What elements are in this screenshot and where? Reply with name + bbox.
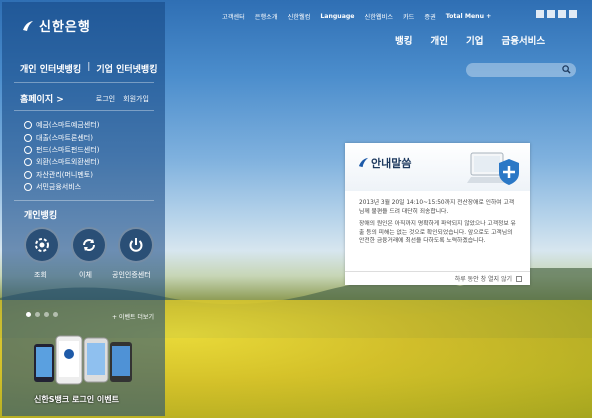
signup-link[interactable]: 회원가입	[123, 94, 149, 104]
forex-icon	[24, 158, 32, 167]
notice-footer: 하루 동안 창 열지 않기	[345, 271, 530, 285]
menu-item-label: 대출(스마트론센터)	[36, 133, 93, 142]
certificate-center-button[interactable]	[118, 227, 154, 263]
menu-item-label: 자산관리(머니멘토)	[36, 170, 93, 179]
carousel-dot[interactable]	[35, 312, 40, 317]
notice-header: 안내말씀	[345, 143, 530, 191]
divider	[14, 110, 154, 111]
power-icon	[129, 238, 143, 252]
search-input[interactable]	[466, 63, 576, 77]
brand-name: 신한은행	[39, 20, 91, 35]
main-navigation: 뱅킹 개인 기업 금융서비스	[395, 33, 545, 47]
menu-item-label: 외환(스마트외환센터)	[36, 158, 100, 167]
promo-phones-image[interactable]	[32, 332, 142, 387]
menu-item-asset[interactable]: 자산관리(머니멘토)	[24, 169, 99, 181]
top-link-about[interactable]: 은행소개	[255, 12, 278, 21]
notice-paragraph: 장애의 원인은 아직까지 명확하게 파악되지 않았으나 고객정보 유출 등의 피…	[359, 221, 516, 244]
divider	[14, 82, 154, 83]
top-link-webservice[interactable]: 신한웹비스	[365, 12, 393, 21]
divider	[14, 200, 154, 201]
service-menu: 예금(스마트예금센터) 대출(스마트론센터) 펀드(스마트펀드센터) 외환(스마…	[24, 119, 99, 193]
brand-logo[interactable]: 신한은행	[22, 16, 91, 35]
fund-icon	[24, 145, 32, 154]
transfer-label: 이체	[79, 271, 92, 279]
carousel-dot[interactable]	[26, 312, 31, 317]
deposit-icon	[24, 121, 32, 130]
menu-item-label: 예금(스마트예금센터)	[36, 121, 100, 130]
personal-banking-title: 개인뱅킹	[24, 211, 58, 221]
personal-banking-actions	[24, 227, 154, 267]
certificate-center-label: 공인인증센터	[112, 271, 151, 279]
nav-corporate[interactable]: 기업	[466, 33, 483, 47]
carousel-dot[interactable]	[44, 312, 49, 317]
nav-personal[interactable]: 개인	[430, 33, 447, 47]
search-icon[interactable]	[562, 65, 571, 74]
menu-item-loan[interactable]: 대출(스마트론센터)	[24, 131, 99, 143]
top-utility-links: 고객센터 은행소개 신한웰컴 Language 신한웹비스 카드 증권 Tota…	[222, 12, 491, 21]
notice-body: 2013년 3월 20일 14:10~15:50까지 전산장애로 인하여 고객님…	[359, 199, 519, 250]
transfer-icon	[83, 239, 95, 251]
internet-banking-links: 개인 인터넷뱅킹 | 기업 인터넷뱅킹	[20, 62, 157, 75]
separator: |	[87, 62, 91, 72]
carousel-dot[interactable]	[53, 312, 58, 317]
blog-icon[interactable]	[558, 10, 566, 18]
computer-shield-icon	[467, 152, 519, 185]
shinhan-logo-icon	[23, 20, 33, 31]
event-more-link[interactable]: + 이벤트 더보기	[112, 312, 154, 321]
promo-event-label[interactable]: 신한S뱅크 로그인 이벤트	[34, 394, 119, 405]
corporate-internet-banking-link[interactable]: 기업 인터넷뱅킹	[96, 62, 157, 75]
inquiry-button[interactable]	[24, 227, 60, 263]
top-link-card[interactable]: 카드	[403, 12, 414, 21]
menu-item-deposit[interactable]: 예금(스마트예금센터)	[24, 119, 99, 131]
notice-paragraph: 2013년 3월 20일 14:10~15:50까지 전산장애로 인하여 고객님…	[359, 200, 515, 215]
dont-show-today-label[interactable]: 하루 동안 창 열지 않기	[455, 274, 512, 283]
menu-item-fund[interactable]: 펀드(스마트펀드센터)	[24, 144, 99, 156]
menu-item-microfinance[interactable]: 서민금융서비스	[24, 181, 99, 193]
transfer-button[interactable]	[71, 227, 107, 263]
inquiry-label: 조회	[34, 271, 47, 279]
top-link-securities[interactable]: 증권	[424, 12, 435, 21]
microfinance-icon	[24, 183, 32, 192]
asset-icon	[24, 170, 32, 179]
carousel-dots	[26, 312, 58, 317]
mail-icon[interactable]	[569, 10, 577, 18]
menu-item-label: 서민금융서비스	[36, 183, 82, 192]
top-link-language[interactable]: Language	[320, 13, 354, 20]
homepage-link[interactable]: 홈페이지 >	[20, 92, 64, 105]
notice-popup: 안내말씀 2013년 3월 20일 14:10~15:50까지 전산장애로 인하…	[345, 143, 530, 285]
top-link-welcome[interactable]: 신한웰컴	[288, 12, 311, 21]
notice-title: 안내말씀	[371, 157, 412, 170]
dont-show-checkbox[interactable]	[516, 275, 522, 282]
nav-financial-services[interactable]: 금융서비스	[501, 33, 545, 47]
login-link[interactable]: 로그인	[96, 94, 115, 104]
menu-item-forex[interactable]: 외환(스마트외환센터)	[24, 156, 99, 168]
left-sidebar: 신한은행 개인 인터넷뱅킹 | 기업 인터넷뱅킹 홈페이지 > 로그인 회원가입…	[2, 2, 165, 416]
shinhan-logo-icon	[358, 157, 369, 168]
loan-icon	[24, 133, 32, 142]
inquiry-icon	[35, 238, 49, 252]
top-link-customer-center[interactable]: 고객센터	[222, 12, 245, 21]
total-menu-link[interactable]: Total Menu +	[446, 13, 492, 20]
nav-banking[interactable]: 뱅킹	[395, 33, 412, 47]
personal-internet-banking-link[interactable]: 개인 인터넷뱅킹	[20, 62, 81, 75]
home-row: 홈페이지 > 로그인 회원가입	[20, 92, 160, 106]
facebook-icon[interactable]	[536, 10, 544, 18]
menu-item-label: 펀드(스마트펀드센터)	[36, 145, 100, 154]
social-icons	[536, 10, 577, 18]
twitter-icon[interactable]	[547, 10, 555, 18]
